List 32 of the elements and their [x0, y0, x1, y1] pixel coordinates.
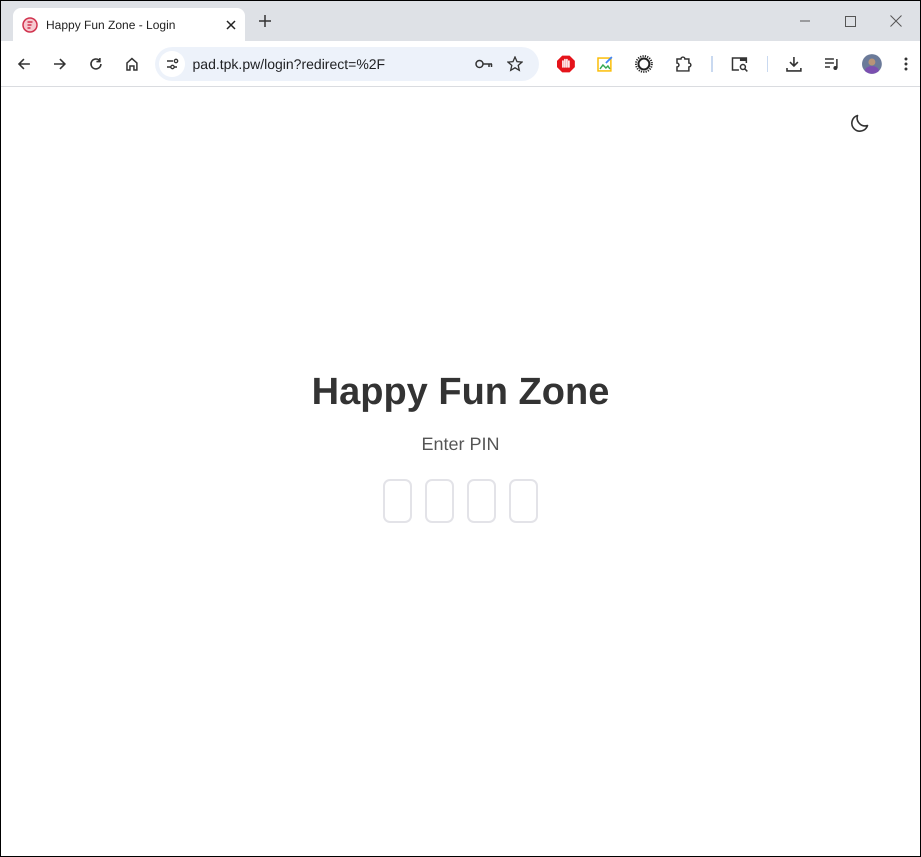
forward-icon[interactable] — [52, 56, 67, 70]
new-tab-icon[interactable] — [259, 15, 271, 27]
pin-digit-field[interactable] — [467, 479, 496, 523]
dark-mode-toggle-icon[interactable] — [850, 113, 870, 133]
image-edit-icon[interactable] — [597, 56, 613, 72]
home-icon[interactable] — [124, 56, 138, 70]
tab-search-icon[interactable] — [730, 56, 748, 72]
download-icon[interactable] — [786, 56, 802, 72]
menu-icon[interactable] — [904, 56, 908, 70]
pin-digit-field[interactable] — [383, 479, 412, 523]
sun-icon[interactable] — [634, 54, 653, 72]
url-text: pad.tpk.pw/login?redirect=%2F — [192, 56, 386, 72]
bookmark-star-icon[interactable] — [507, 56, 524, 72]
playlist-icon[interactable] — [824, 56, 840, 70]
browser-tab[interactable]: Happy Fun Zone - Login — [13, 8, 245, 41]
close-tab-icon[interactable] — [226, 20, 236, 30]
site-settings-icon[interactable] — [158, 50, 184, 76]
pin-digit-field[interactable] — [509, 479, 538, 523]
key-icon[interactable] — [475, 58, 494, 68]
page-title: Happy Fun Zone — [312, 371, 610, 414]
back-icon[interactable] — [17, 56, 31, 70]
address-bar[interactable]: pad.tpk.pw/login?redirect=%2F — [154, 46, 540, 80]
tab-title: Happy Fun Zone - Login — [46, 18, 176, 32]
site-favicon-icon — [22, 16, 38, 32]
puzzle-icon[interactable] — [674, 54, 693, 72]
pin-digit-field[interactable] — [425, 479, 454, 523]
pin-prompt: Enter PIN — [421, 434, 500, 455]
maximize-icon[interactable] — [845, 16, 856, 26]
close-icon[interactable] — [890, 15, 902, 27]
reload-icon[interactable] — [88, 56, 103, 70]
hand-stop-icon[interactable] — [557, 54, 576, 72]
avatar-icon[interactable] — [862, 54, 882, 74]
